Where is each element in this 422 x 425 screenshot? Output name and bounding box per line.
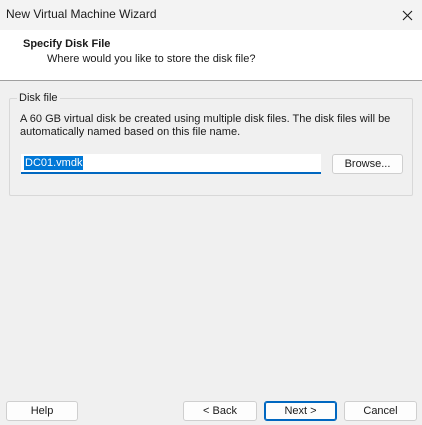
wizard-body: Disk file A 60 GB virtual disk be create… bbox=[0, 81, 422, 389]
disk-file-legend: Disk file bbox=[17, 92, 60, 104]
browse-button[interactable]: Browse... bbox=[332, 154, 403, 174]
disk-file-name-value: DC01.vmdk bbox=[24, 156, 84, 170]
page-title: Specify Disk File bbox=[23, 38, 111, 50]
page-subtitle: Where would you like to store the disk f… bbox=[47, 53, 256, 65]
title-bar: New Virtual Machine Wizard bbox=[0, 0, 422, 30]
next-button[interactable]: Next > bbox=[264, 401, 337, 421]
close-button[interactable] bbox=[392, 0, 422, 30]
window-title: New Virtual Machine Wizard bbox=[6, 7, 157, 21]
disk-file-group: Disk file A 60 GB virtual disk be create… bbox=[9, 92, 413, 196]
disk-file-name-input[interactable]: DC01.vmdk bbox=[21, 154, 321, 174]
wizard-header: Specify Disk File Where would you like t… bbox=[0, 30, 422, 81]
cancel-button[interactable]: Cancel bbox=[344, 401, 417, 421]
back-button[interactable]: < Back bbox=[183, 401, 257, 421]
disk-file-description: A 60 GB virtual disk be created using mu… bbox=[20, 113, 391, 138]
close-icon bbox=[402, 10, 412, 20]
help-button[interactable]: Help bbox=[6, 401, 78, 421]
